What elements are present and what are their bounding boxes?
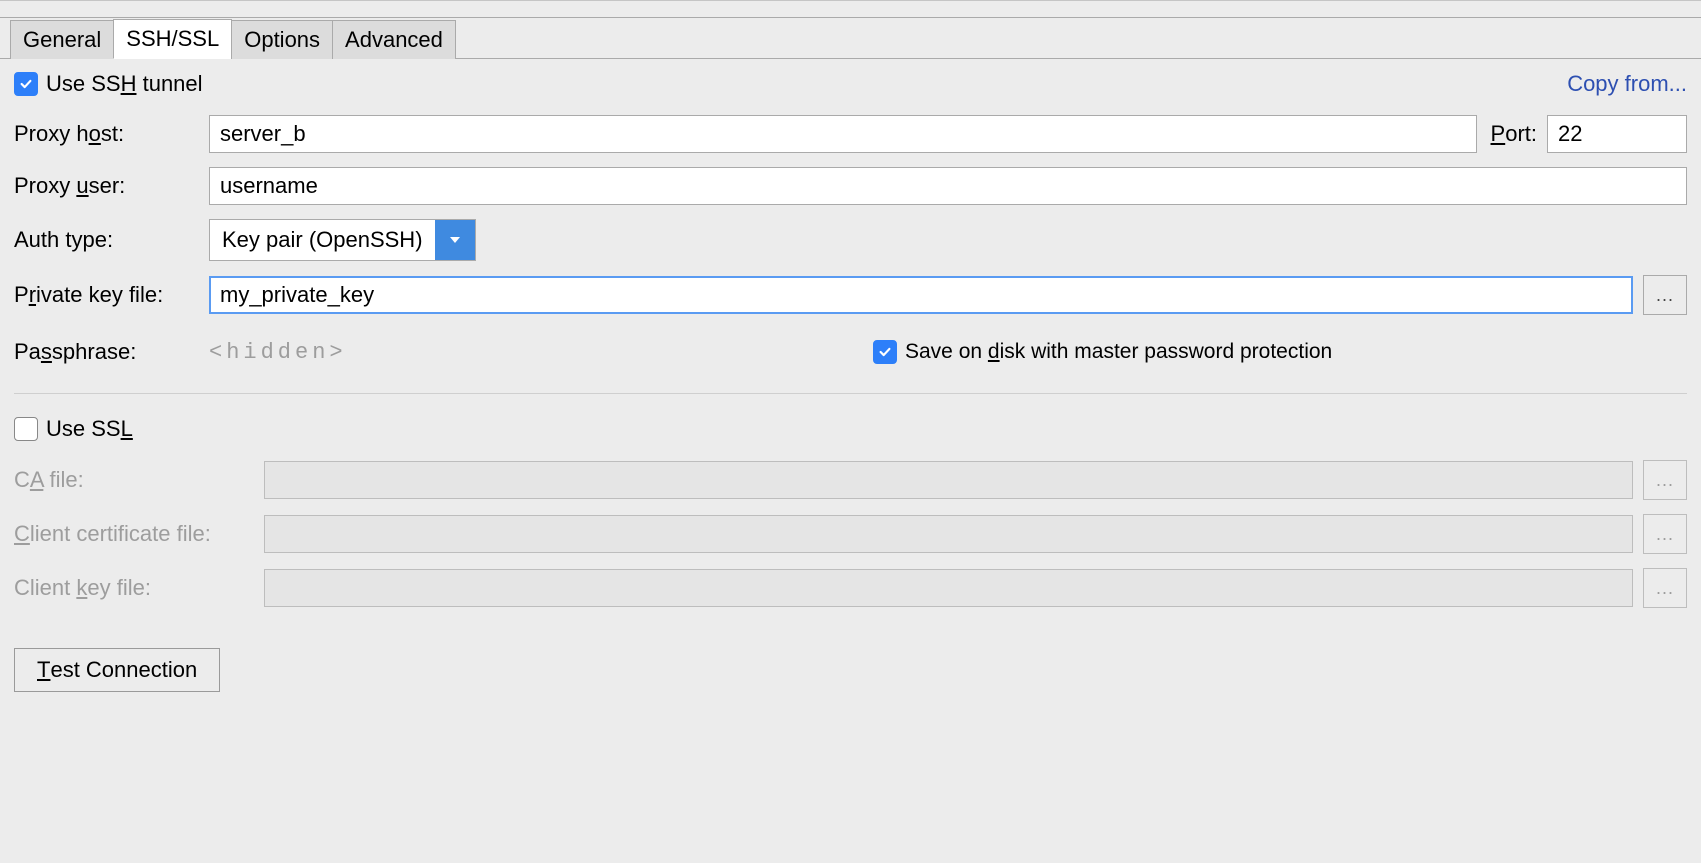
footer-row: Test Connection — [14, 648, 1687, 692]
passphrase-label: Passphrase: — [14, 339, 209, 365]
proxy-user-row: Proxy user: — [14, 167, 1687, 205]
proxy-host-label: Proxy host: — [14, 121, 209, 147]
save-on-disk-label: Save on disk with master password protec… — [905, 340, 1332, 364]
private-key-row: Private key file: ... — [14, 275, 1687, 315]
checkbox-icon — [14, 72, 38, 96]
proxy-user-input[interactable] — [209, 167, 1687, 205]
client-cert-label: Client certificate file: — [14, 521, 264, 547]
browse-client-cert-button: ... — [1643, 514, 1687, 554]
settings-dialog: General SSH/SSL Options Advanced Use SSH… — [0, 0, 1701, 730]
browse-ca-file-button: ... — [1643, 460, 1687, 500]
auth-type-value: Key pair (OpenSSH) — [210, 220, 435, 260]
tab-advanced[interactable]: Advanced — [332, 20, 456, 59]
client-key-row: Client key file: ... — [14, 568, 1687, 608]
ssh-header-row: Use SSH tunnel Copy from... — [14, 71, 1687, 97]
top-strip — [0, 0, 1701, 17]
use-ssh-tunnel-checkbox[interactable]: Use SSH tunnel — [14, 71, 203, 97]
use-ssh-tunnel-label: Use SSH tunnel — [46, 71, 203, 97]
browse-client-key-button: ... — [1643, 568, 1687, 608]
private-key-label: Private key file: — [14, 282, 209, 308]
checkbox-icon — [873, 340, 897, 364]
tab-content: Use SSH tunnel Copy from... Proxy host: … — [0, 59, 1701, 730]
proxy-host-input[interactable] — [209, 115, 1477, 153]
tab-general[interactable]: General — [10, 20, 114, 59]
client-cert-row: Client certificate file: ... — [14, 514, 1687, 554]
tab-ssh-ssl[interactable]: SSH/SSL — [113, 19, 232, 59]
private-key-input[interactable] — [209, 276, 1633, 314]
section-divider — [14, 393, 1687, 394]
ca-file-label: CA file: — [14, 467, 264, 493]
save-on-disk-checkbox[interactable]: Save on disk with master password protec… — [873, 340, 1332, 364]
client-key-input — [264, 569, 1633, 607]
ca-file-row: CA file: ... — [14, 460, 1687, 500]
chevron-down-icon — [435, 220, 475, 260]
passphrase-input[interactable]: <hidden> — [209, 329, 849, 375]
proxy-host-row: Proxy host: Port: — [14, 115, 1687, 153]
use-ssl-row: Use SSL — [14, 416, 1687, 442]
port-label: Port: — [1491, 121, 1537, 147]
auth-type-row: Auth type: Key pair (OpenSSH) — [14, 219, 1687, 261]
port-input[interactable] — [1547, 115, 1687, 153]
client-key-label: Client key file: — [14, 575, 264, 601]
checkbox-icon — [14, 417, 38, 441]
tabbar: General SSH/SSL Options Advanced — [0, 18, 1701, 59]
passphrase-row: Passphrase: <hidden> Save on disk with m… — [14, 329, 1687, 375]
auth-type-dropdown[interactable]: Key pair (OpenSSH) — [209, 219, 476, 261]
browse-private-key-button[interactable]: ... — [1643, 275, 1687, 315]
ca-file-input — [264, 461, 1633, 499]
client-cert-input — [264, 515, 1633, 553]
tabbar-wrap: General SSH/SSL Options Advanced — [0, 17, 1701, 59]
use-ssl-checkbox[interactable]: Use SSL — [14, 416, 133, 442]
tab-options[interactable]: Options — [231, 20, 333, 59]
test-connection-button[interactable]: Test Connection — [14, 648, 220, 692]
copy-from-link[interactable]: Copy from... — [1567, 71, 1687, 97]
auth-type-label: Auth type: — [14, 227, 209, 253]
proxy-user-label: Proxy user: — [14, 173, 209, 199]
use-ssl-label: Use SSL — [46, 416, 133, 442]
